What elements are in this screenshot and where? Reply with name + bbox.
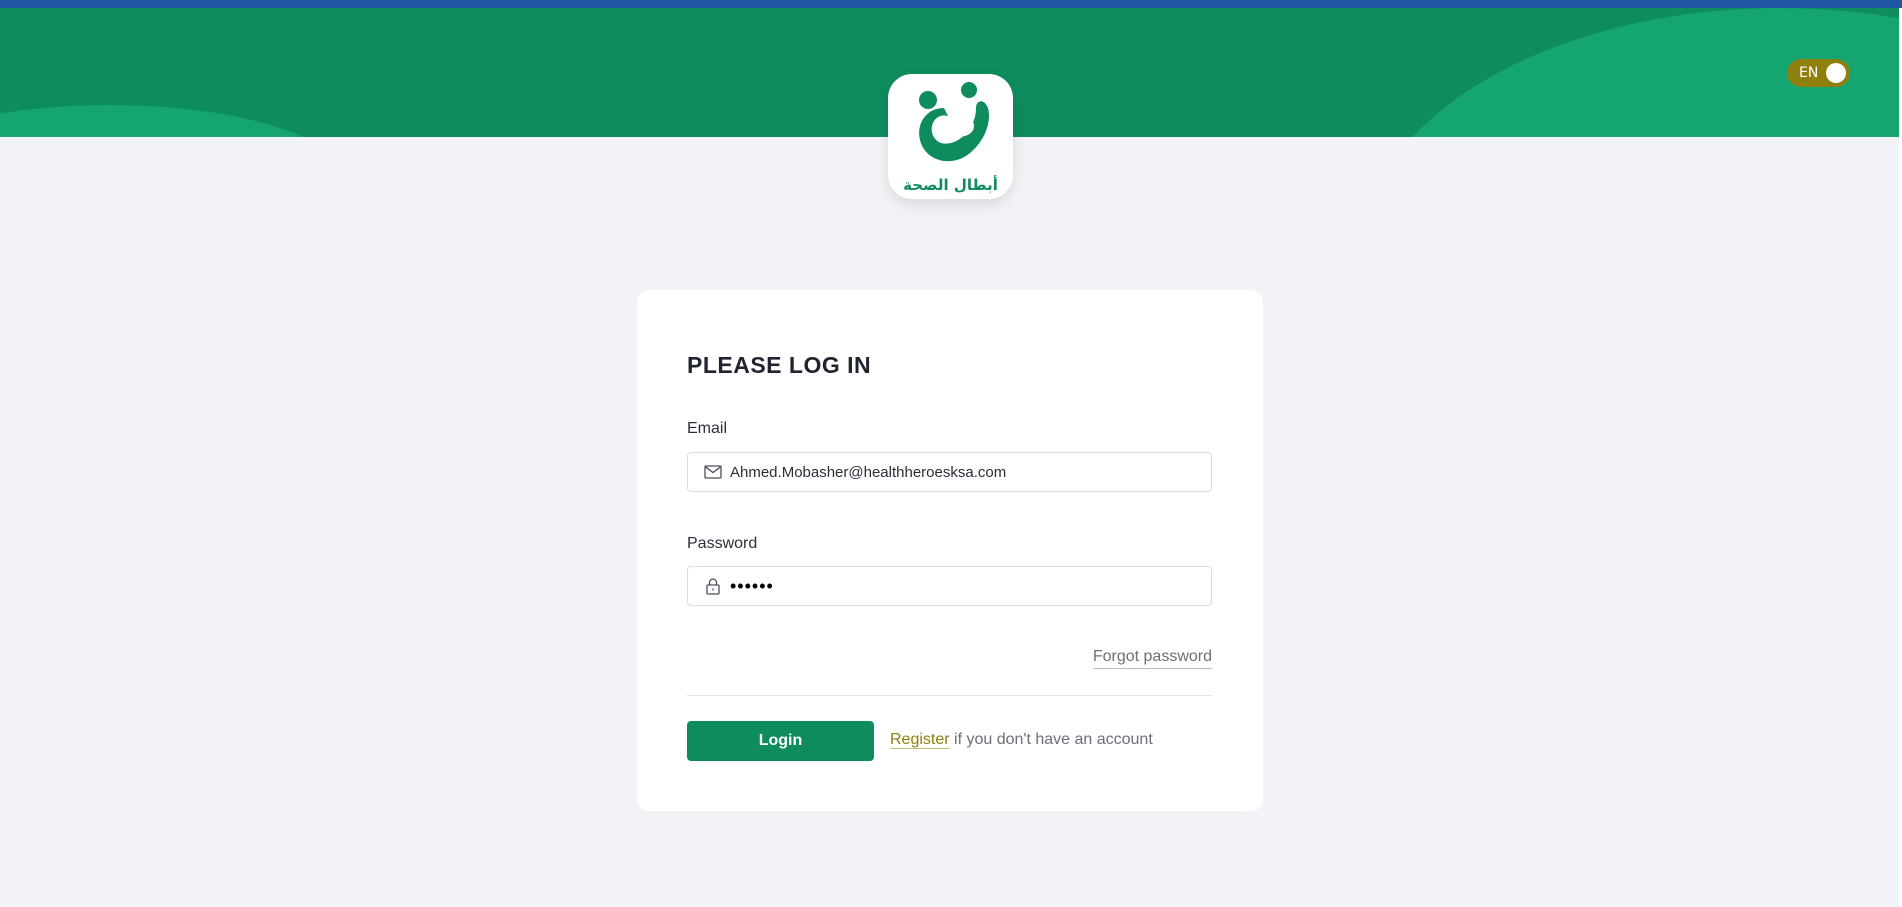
forgot-password-link[interactable]: Forgot password	[1092, 648, 1212, 669]
email-label: Email	[687, 420, 728, 437]
language-toggle[interactable]: EN	[1787, 59, 1850, 87]
login-card: PLEASE LOG IN Email Password Forgot pass…	[637, 290, 1263, 811]
logo-text: أبطال الصحة	[903, 176, 998, 194]
register-suffix-text: if you don't have an account	[949, 731, 1153, 748]
top-strip	[0, 0, 1902, 8]
divider	[687, 695, 1212, 696]
password-label: Password	[687, 535, 758, 552]
password-field-container	[687, 566, 1212, 606]
login-title: PLEASE LOG IN	[687, 352, 872, 378]
email-field-container	[687, 452, 1212, 492]
envelope-icon	[704, 463, 722, 481]
lock-icon	[704, 577, 722, 595]
toggle-knob	[1826, 63, 1846, 83]
email-input[interactable]	[730, 463, 1210, 481]
password-input[interactable]	[730, 575, 1210, 597]
register-prompt: Register if you don't have an account	[890, 731, 1153, 749]
language-toggle-label: EN	[1799, 65, 1819, 81]
app-logo: أبطال الصحة	[888, 74, 1013, 199]
logo-mark-icon	[919, 82, 990, 162]
register-link[interactable]: Register	[890, 731, 950, 749]
login-button[interactable]: Login	[687, 721, 874, 761]
